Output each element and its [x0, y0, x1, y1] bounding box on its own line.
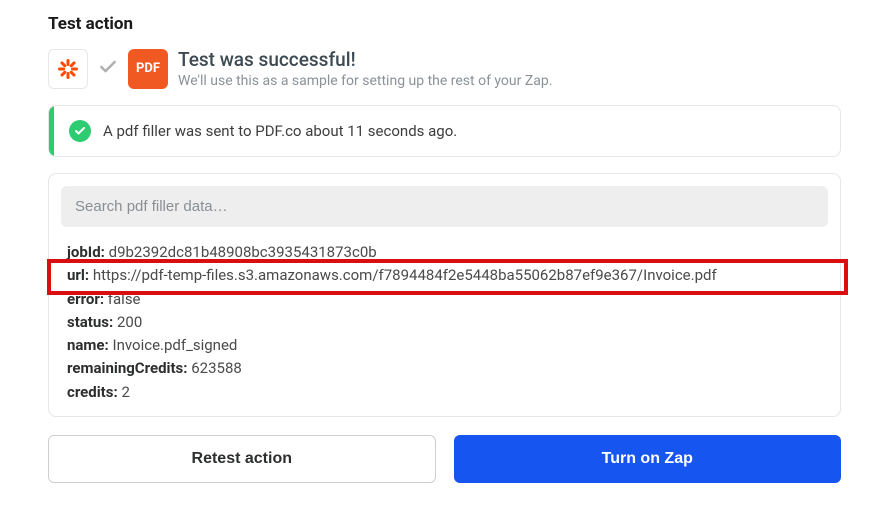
result-key: status:	[67, 313, 113, 331]
result-row-remainingcredits: remainingCredits: 623588	[67, 357, 822, 380]
retest-button[interactable]: Retest action	[48, 435, 436, 483]
checkmark-icon	[98, 57, 118, 81]
status-text: Test was successful! We'll use this as a…	[178, 48, 552, 89]
result-value: https://pdf-temp-files.s3.amazonaws.com/…	[93, 266, 717, 284]
result-row-jobid: jobId: d9b2392dc81b48908bc3935431873c0b	[67, 241, 822, 264]
result-value: false	[108, 290, 141, 308]
turn-on-zap-button[interactable]: Turn on Zap	[454, 435, 842, 483]
pdfco-icon-label: PDF	[136, 61, 160, 76]
result-list: jobId: d9b2392dc81b48908bc3935431873c0b …	[61, 241, 828, 404]
success-check-icon	[69, 120, 91, 142]
status-title: Test was successful!	[178, 48, 552, 71]
result-key: jobId:	[67, 243, 105, 261]
search-input[interactable]	[61, 186, 828, 227]
result-row-credits: credits: 2	[67, 381, 822, 404]
button-row: Retest action Turn on Zap	[48, 435, 841, 483]
result-key: error:	[67, 290, 104, 308]
section-title: Test action	[48, 14, 841, 34]
success-banner: A pdf filler was sent to PDF.co about 11…	[48, 105, 841, 157]
status-subtitle: We'll use this as a sample for setting u…	[178, 73, 552, 89]
result-value: d9b2392dc81b48908bc3935431873c0b	[109, 243, 377, 261]
banner-text: A pdf filler was sent to PDF.co about 11…	[103, 122, 457, 140]
zapier-icon	[48, 49, 88, 89]
result-row-status: status: 200	[67, 311, 822, 334]
result-row-error: error: false	[67, 288, 822, 311]
result-value: Invoice.pdf_signed	[113, 336, 238, 354]
result-key: name:	[67, 336, 109, 354]
result-value: 623588	[191, 359, 242, 377]
result-row-url: url: https://pdf-temp-files.s3.amazonaws…	[67, 264, 822, 287]
result-card: jobId: d9b2392dc81b48908bc3935431873c0b …	[48, 173, 841, 417]
result-key: credits:	[67, 383, 118, 401]
status-row: PDF Test was successful! We'll use this …	[48, 48, 841, 89]
result-value: 200	[117, 313, 142, 331]
result-value: 2	[121, 383, 129, 401]
pdfco-icon: PDF	[128, 49, 168, 89]
result-key: url:	[67, 266, 89, 284]
result-row-name: name: Invoice.pdf_signed	[67, 334, 822, 357]
result-key: remainingCredits:	[67, 359, 188, 377]
